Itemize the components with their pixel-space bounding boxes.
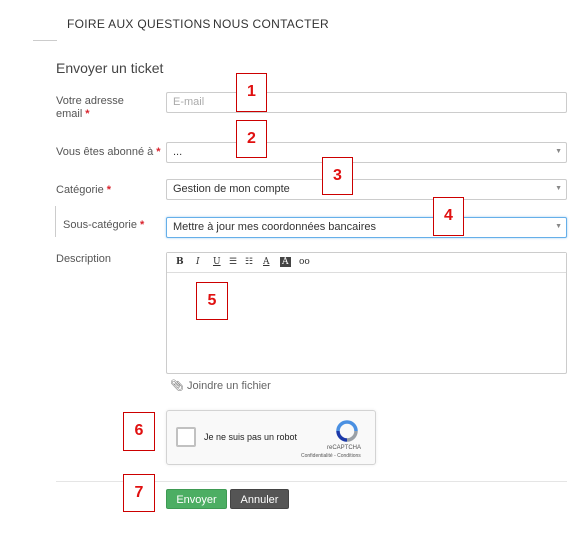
annotation-5: 5 [196,282,228,320]
recaptcha-label: Je ne suis pas un robot [204,432,298,442]
attach-file-link[interactable]: 📎︎ Joindre un fichier [170,379,271,392]
subcategory-label: Sous-catégorie * [63,219,144,232]
recaptcha-brand: reCAPTCHA [327,445,362,451]
annotation-7: 7 [123,474,155,512]
recaptcha-logo-icon [336,420,358,442]
subscribed-label: Vous êtes abonné à * [56,146,161,159]
subscription-select-value: ... [173,146,183,158]
category-select-value: Gestion de mon compte [173,183,290,195]
nav-contact-link[interactable]: NOUS CONTACTER [213,17,329,31]
annotation-1: 1 [236,73,267,112]
required-mark: * [140,219,145,231]
subcategory-label-text: Sous-catégorie [63,219,137,231]
required-mark: * [85,108,90,120]
subcategory-select-value: Mettre à jour mes coordonnées bancaires [173,221,376,233]
required-mark: * [156,146,161,158]
recaptcha-checkbox[interactable] [176,427,196,447]
email-label-line2: email [56,108,83,120]
subcategory-select[interactable]: Mettre à jour mes coordonnées bancaires … [166,217,567,238]
highlight-icon[interactable]: A [280,257,291,267]
category-label: Catégorie * [56,184,111,197]
form-title: Envoyer un ticket [56,60,164,76]
required-mark: * [106,184,111,196]
bullet-list-icon[interactable]: ☰ [229,257,237,267]
underline-icon[interactable]: U [213,257,221,267]
subcategory-indent-line [55,206,56,237]
bold-icon[interactable]: B [176,257,184,267]
annotation-2: 2 [236,120,267,158]
category-label-text: Catégorie [56,184,104,196]
subscription-select[interactable]: ... ▼ [166,142,567,163]
email-field[interactable]: E-mail [166,92,567,113]
annotation-6: 6 [123,412,155,451]
description-label: Description [56,253,112,265]
email-label-line1: Votre adresse [56,95,124,107]
chevron-down-icon: ▼ [555,148,562,155]
chevron-down-icon: ▼ [555,223,562,230]
send-button[interactable]: Envoyer [166,489,227,509]
category-select[interactable]: Gestion de mon compte ▼ [166,179,567,200]
paperclip-icon: 📎︎ [170,380,184,392]
nav-divider [33,40,57,41]
numbered-list-icon[interactable]: ☷ [245,257,253,267]
recaptcha-widget: Je ne suis pas un robot reCAPTCHA Confid… [166,410,376,465]
subscribed-label-text: Vous êtes abonné à [56,146,154,158]
italic-icon[interactable]: I [196,257,200,267]
font-color-icon[interactable]: A [263,257,270,267]
nav-faq-link[interactable]: FOIRE AUX QUESTIONS [67,17,211,31]
cancel-button[interactable]: Annuler [230,489,289,509]
annotation-3: 3 [322,157,353,195]
editor-toolbar: B I U ☰ ☷ A A oo [167,253,566,273]
email-label: Votre adresse email * [56,95,124,121]
annotation-4: 4 [433,197,464,236]
link-icon[interactable]: oo [299,257,310,267]
top-navigation: FOIRE AUX QUESTIONS NOUS CONTACTER [0,0,583,40]
recaptcha-terms-link[interactable]: Confidentialité - Conditions [301,453,361,459]
chevron-down-icon: ▼ [555,185,562,192]
attach-file-label: Joindre un fichier [187,380,271,392]
